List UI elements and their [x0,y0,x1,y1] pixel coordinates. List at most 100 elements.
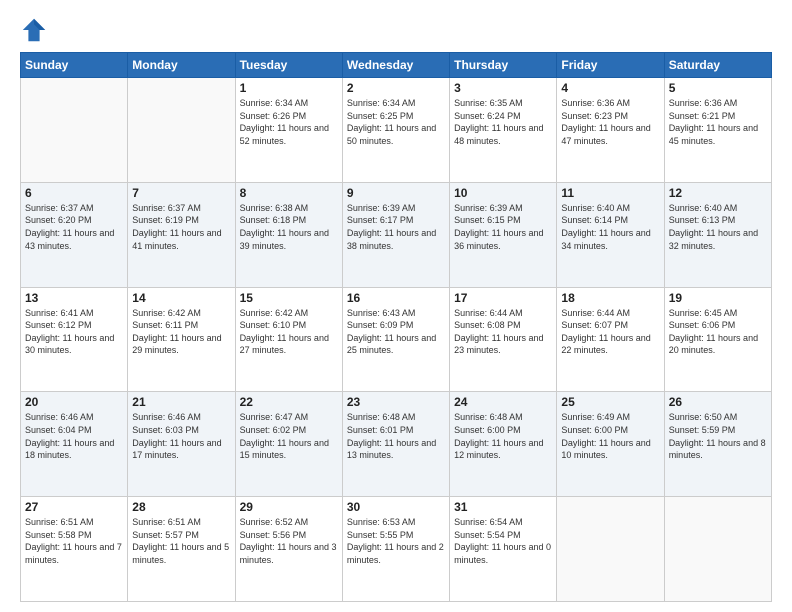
calendar-cell: 2 Sunrise: 6:34 AM Sunset: 6:25 PM Daylig… [342,78,449,183]
cell-info: Sunrise: 6:45 AM Sunset: 6:06 PM Dayligh… [669,307,767,357]
calendar-cell: 28 Sunrise: 6:51 AM Sunset: 5:57 PM Dayli… [128,497,235,602]
cell-info: Sunrise: 6:34 AM Sunset: 6:25 PM Dayligh… [347,97,445,147]
calendar-cell: 1 Sunrise: 6:34 AM Sunset: 6:26 PM Daylig… [235,78,342,183]
calendar-cell [664,497,771,602]
day-number: 4 [561,81,659,95]
calendar-cell [557,497,664,602]
calendar-cell: 8 Sunrise: 6:38 AM Sunset: 6:18 PM Daylig… [235,182,342,287]
header-saturday: Saturday [664,53,771,78]
day-number: 23 [347,395,445,409]
header [20,16,772,44]
day-number: 21 [132,395,230,409]
cell-info: Sunrise: 6:50 AM Sunset: 5:59 PM Dayligh… [669,411,767,461]
cell-info: Sunrise: 6:48 AM Sunset: 6:01 PM Dayligh… [347,411,445,461]
calendar-cell: 27 Sunrise: 6:51 AM Sunset: 5:58 PM Dayli… [21,497,128,602]
calendar-cell: 23 Sunrise: 6:48 AM Sunset: 6:01 PM Dayli… [342,392,449,497]
day-number: 20 [25,395,123,409]
calendar-cell: 13 Sunrise: 6:41 AM Sunset: 6:12 PM Dayli… [21,287,128,392]
calendar-cell: 17Sunrise: 6:44 AM Sunset: 6:08 PM Dayli… [450,287,557,392]
calendar-cell: 22 Sunrise: 6:47 AM Sunset: 6:02 PM Dayli… [235,392,342,497]
calendar-week-2: 6 Sunrise: 6:37 AM Sunset: 6:20 PM Daylig… [21,182,772,287]
day-number: 28 [132,500,230,514]
calendar-table: Sunday Monday Tuesday Wednesday Thursday… [20,52,772,602]
calendar-cell: 21 Sunrise: 6:46 AM Sunset: 6:03 PM Dayli… [128,392,235,497]
calendar-cell: 30 Sunrise: 6:53 AM Sunset: 5:55 PM Dayli… [342,497,449,602]
calendar-cell: 29 Sunrise: 6:52 AM Sunset: 5:56 PM Dayli… [235,497,342,602]
day-number: 7 [132,186,230,200]
calendar-cell: 14Sunrise: 6:42 AM Sunset: 6:11 PM Dayli… [128,287,235,392]
calendar-cell: 24 Sunrise: 6:48 AM Sunset: 6:00 PM Dayli… [450,392,557,497]
calendar-cell: 12 Sunrise: 6:40 AM Sunset: 6:13 PM Dayli… [664,182,771,287]
day-number: 30 [347,500,445,514]
cell-info: Sunrise: 6:37 AM Sunset: 6:20 PM Dayligh… [25,202,123,252]
calendar-cell: 7Sunrise: 6:37 AM Sunset: 6:19 PM Daylig… [128,182,235,287]
cell-info: Sunrise: 6:40 AM Sunset: 6:14 PM Dayligh… [561,202,659,252]
day-number: 19 [669,291,767,305]
day-number: 9 [347,186,445,200]
calendar-cell: 18 Sunrise: 6:44 AM Sunset: 6:07 PM Dayli… [557,287,664,392]
cell-info: Sunrise: 6:39 AM Sunset: 6:15 PM Dayligh… [454,202,552,252]
cell-info: Sunrise: 6:54 AM Sunset: 5:54 PM Dayligh… [454,516,552,566]
day-number: 22 [240,395,338,409]
cell-info: Sunrise: 6:38 AM Sunset: 6:18 PM Dayligh… [240,202,338,252]
cell-info: Sunrise: 6:40 AM Sunset: 6:13 PM Dayligh… [669,202,767,252]
header-wednesday: Wednesday [342,53,449,78]
cell-info: Sunrise: 6:46 AM Sunset: 6:04 PM Dayligh… [25,411,123,461]
cell-info: Sunrise: 6:41 AM Sunset: 6:12 PM Dayligh… [25,307,123,357]
cell-info: Sunrise: 6:48 AM Sunset: 6:00 PM Dayligh… [454,411,552,461]
weekday-row: Sunday Monday Tuesday Wednesday Thursday… [21,53,772,78]
calendar-week-1: 1 Sunrise: 6:34 AM Sunset: 6:26 PM Daylig… [21,78,772,183]
day-number: 31 [454,500,552,514]
day-number: 16 [347,291,445,305]
calendar-cell: 6 Sunrise: 6:37 AM Sunset: 6:20 PM Daylig… [21,182,128,287]
cell-info: Sunrise: 6:44 AM Sunset: 6:07 PM Dayligh… [561,307,659,357]
cell-info: Sunrise: 6:52 AM Sunset: 5:56 PM Dayligh… [240,516,338,566]
calendar-cell: 20 Sunrise: 6:46 AM Sunset: 6:04 PM Dayli… [21,392,128,497]
logo-icon [20,16,48,44]
calendar-cell: 10 Sunrise: 6:39 AM Sunset: 6:15 PM Dayli… [450,182,557,287]
header-tuesday: Tuesday [235,53,342,78]
day-number: 29 [240,500,338,514]
calendar-cell: 25Sunrise: 6:49 AM Sunset: 6:00 PM Dayli… [557,392,664,497]
cell-info: Sunrise: 6:35 AM Sunset: 6:24 PM Dayligh… [454,97,552,147]
calendar-cell [21,78,128,183]
day-number: 10 [454,186,552,200]
day-number: 15 [240,291,338,305]
header-thursday: Thursday [450,53,557,78]
day-number: 24 [454,395,552,409]
cell-info: Sunrise: 6:51 AM Sunset: 5:57 PM Dayligh… [132,516,230,566]
calendar-cell: 3Sunrise: 6:35 AM Sunset: 6:24 PM Daylig… [450,78,557,183]
cell-info: Sunrise: 6:34 AM Sunset: 6:26 PM Dayligh… [240,97,338,147]
cell-info: Sunrise: 6:51 AM Sunset: 5:58 PM Dayligh… [25,516,123,566]
day-number: 2 [347,81,445,95]
day-number: 13 [25,291,123,305]
day-number: 18 [561,291,659,305]
day-number: 27 [25,500,123,514]
day-number: 12 [669,186,767,200]
calendar-cell: 11 Sunrise: 6:40 AM Sunset: 6:14 PM Dayli… [557,182,664,287]
calendar-week-3: 13 Sunrise: 6:41 AM Sunset: 6:12 PM Dayli… [21,287,772,392]
cell-info: Sunrise: 6:49 AM Sunset: 6:00 PM Dayligh… [561,411,659,461]
calendar-cell: 31 Sunrise: 6:54 AM Sunset: 5:54 PM Dayli… [450,497,557,602]
cell-info: Sunrise: 6:43 AM Sunset: 6:09 PM Dayligh… [347,307,445,357]
calendar-cell: 4Sunrise: 6:36 AM Sunset: 6:23 PM Daylig… [557,78,664,183]
cell-info: Sunrise: 6:47 AM Sunset: 6:02 PM Dayligh… [240,411,338,461]
calendar-week-4: 20 Sunrise: 6:46 AM Sunset: 6:04 PM Dayli… [21,392,772,497]
calendar-cell: 5Sunrise: 6:36 AM Sunset: 6:21 PM Daylig… [664,78,771,183]
day-number: 11 [561,186,659,200]
cell-info: Sunrise: 6:44 AM Sunset: 6:08 PM Dayligh… [454,307,552,357]
calendar-cell: 15 Sunrise: 6:42 AM Sunset: 6:10 PM Dayli… [235,287,342,392]
cell-info: Sunrise: 6:46 AM Sunset: 6:03 PM Dayligh… [132,411,230,461]
cell-info: Sunrise: 6:53 AM Sunset: 5:55 PM Dayligh… [347,516,445,566]
page: Sunday Monday Tuesday Wednesday Thursday… [0,0,792,612]
calendar-cell: 9Sunrise: 6:39 AM Sunset: 6:17 PM Daylig… [342,182,449,287]
calendar-body: 1 Sunrise: 6:34 AM Sunset: 6:26 PM Daylig… [21,78,772,602]
calendar-cell: 16 Sunrise: 6:43 AM Sunset: 6:09 PM Dayli… [342,287,449,392]
cell-info: Sunrise: 6:42 AM Sunset: 6:10 PM Dayligh… [240,307,338,357]
day-number: 5 [669,81,767,95]
day-number: 6 [25,186,123,200]
day-number: 8 [240,186,338,200]
calendar-header: Sunday Monday Tuesday Wednesday Thursday… [21,53,772,78]
day-number: 1 [240,81,338,95]
day-number: 14 [132,291,230,305]
